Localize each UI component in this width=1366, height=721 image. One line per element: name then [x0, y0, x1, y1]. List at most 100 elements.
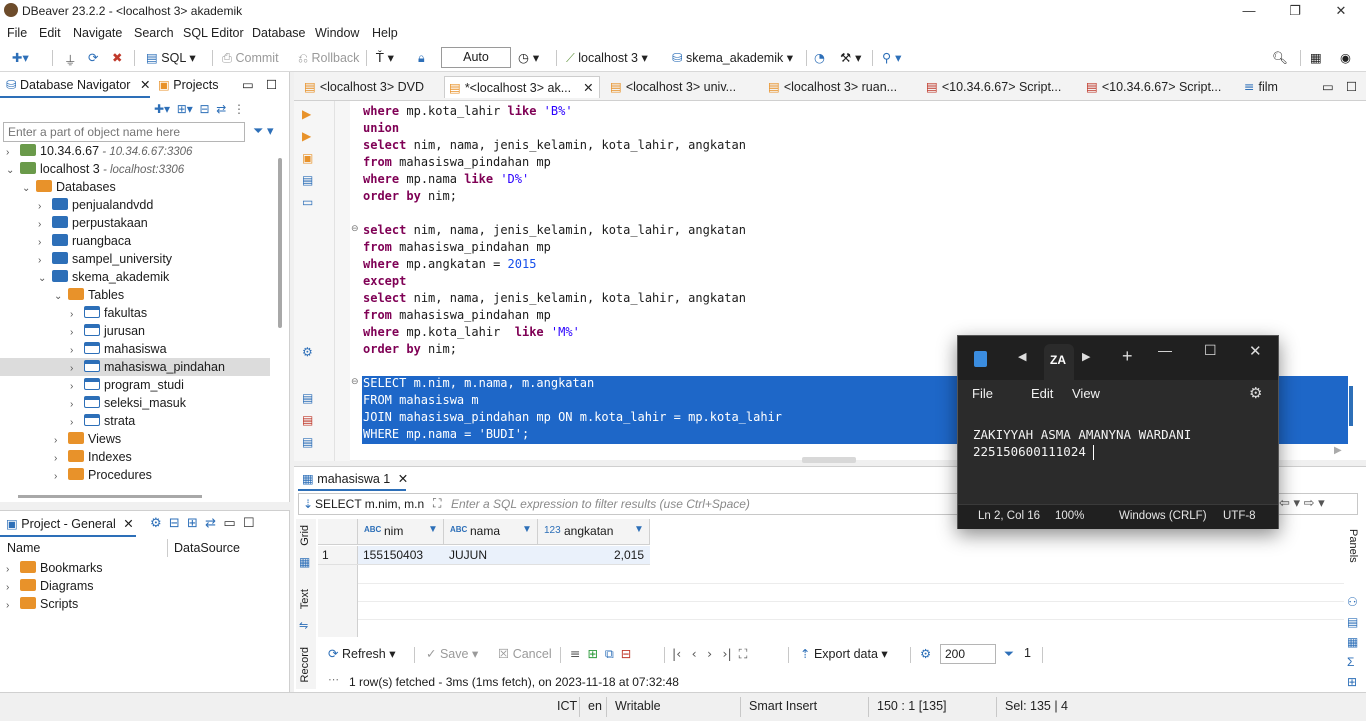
column-header-angkatan[interactable]: 123 angkatan ▼ [538, 519, 650, 545]
restore-button[interactable]: ❐ [1280, 2, 1310, 20]
column-header-nama[interactable]: ABC nama ▼ [444, 519, 538, 545]
cell-angkatan[interactable]: 2,015 [538, 546, 650, 564]
tree-item[interactable]: › seleksi_masuk [70, 394, 186, 412]
tab-projects[interactable]: ▣ Projects [158, 72, 238, 98]
notepad-maximize-icon[interactable]: ☐ [1204, 342, 1217, 359]
editor-tab-akademik[interactable]: ▤ *<localhost 3> ak... ✕ [444, 76, 600, 98]
disconnect-icon[interactable]: ✖ [112, 50, 122, 65]
minimize-panel-icon[interactable]: ▭ [242, 72, 254, 98]
tree-item[interactable]: › strata [70, 412, 135, 430]
maximize-editor-icon[interactable]: ☐ [1346, 76, 1357, 98]
tree-item[interactable]: › Procedures [54, 466, 152, 484]
project-item-bookmarks[interactable]: › Bookmarks [6, 559, 103, 577]
notepad-text-area[interactable]: ZAKIYYAH ASMA AMANYNA WARDANI 2251506001… [958, 408, 1278, 502]
maximize-panel-icon[interactable]: ☐ [243, 516, 255, 531]
refresh-button[interactable]: ⟳ Refresh ▾ [328, 646, 396, 661]
panel-metadata-icon[interactable]: ▤ [1347, 615, 1358, 629]
navigator-vertical-scrollbar[interactable] [278, 158, 282, 328]
notepad-menu-view[interactable]: View [1072, 386, 1100, 401]
editor-tab-script-1[interactable]: ▤ <10.34.6.67> Script... [922, 76, 1078, 98]
editor-tab-script-2[interactable]: ▤ <10.34.6.67> Script... [1082, 76, 1238, 98]
menu-window[interactable]: Window [315, 26, 359, 40]
grid-icon[interactable]: ▦ [299, 555, 310, 569]
navigator-filter-input[interactable] [3, 122, 245, 142]
editor-tab-university[interactable]: ▤ <localhost 3> univ... [606, 76, 756, 98]
notepad-close-icon[interactable]: ✕ [1249, 342, 1262, 360]
menu-edit[interactable]: Edit [39, 26, 61, 40]
tree-item[interactable]: ⌄ skema_akademik [38, 268, 169, 286]
dbeaver-perspective-icon[interactable]: ◉ [1340, 50, 1351, 65]
perspective-icon[interactable]: ▦ [1310, 50, 1322, 65]
edit-row-icons[interactable]: ≡ ⊞ ⧉ ⊟ [570, 646, 631, 662]
tab-database-navigator[interactable]: ⛁ Database Navigator ✕ [0, 72, 150, 98]
fetch-size-input[interactable]: 200 [940, 644, 996, 664]
output-icon[interactable]: ▭ [302, 195, 314, 209]
minimize-editor-icon[interactable]: ▭ [1322, 76, 1334, 98]
global-search-icon[interactable]: 🔍︎ [1272, 50, 1288, 66]
results-settings-icon[interactable]: ⚙ [920, 646, 931, 661]
editor-tab-dvd[interactable]: ▤ <localhost 3> DVD [300, 76, 446, 98]
auto-commit-box[interactable]: Auto [441, 47, 511, 68]
tree-item[interactable]: ⌄ Databases [22, 178, 116, 196]
tree-item[interactable]: ⌄ Tables [54, 286, 124, 304]
tree-item[interactable]: › perpustakaan [38, 214, 148, 232]
reconnect-icon[interactable]: ⟳ [88, 50, 98, 65]
active-connection-selector[interactable]: ⟋ localhost 3 ▾ [566, 50, 648, 66]
notepad-menu-edit[interactable]: Edit [1031, 386, 1053, 401]
execute-script-icon[interactable]: ▣ [302, 151, 314, 165]
tree-item[interactable]: › Indexes [54, 448, 132, 466]
menu-search[interactable]: Search [134, 26, 174, 40]
fold-icon[interactable]: ⊖ [351, 376, 359, 387]
project-column-name[interactable]: Name [7, 541, 40, 555]
active-schema-selector[interactable]: ⛁ skema_akademik ▾ [672, 50, 793, 65]
sort-icon[interactable]: ▼ [428, 524, 438, 535]
connect-icon[interactable]: ⏚ [64, 50, 77, 69]
project-column-datasource[interactable]: DataSource [174, 541, 240, 555]
settings-icon[interactable]: ⚙ [150, 516, 162, 531]
editor-tab-film[interactable]: ≡ film [1240, 76, 1300, 98]
project-item-scripts[interactable]: › Scripts [6, 595, 78, 613]
maximize-panel-icon[interactable]: ☐ [266, 72, 277, 98]
scroll-right-icon[interactable]: ▶ [1334, 445, 1342, 456]
search-tool-icon[interactable]: ⚲ ▾ [882, 50, 901, 65]
sort-icon[interactable]: ▼ [634, 524, 644, 535]
editor-splitter-handle[interactable] [802, 457, 856, 463]
project-item-diagrams[interactable]: › Diagrams [6, 577, 94, 595]
minimize-button[interactable]: — [1234, 2, 1264, 20]
new-connection-icon[interactable]: ✚▾ [12, 50, 29, 65]
new-tab-icon[interactable]: + [1122, 346, 1133, 367]
export-icon[interactable]: ▤ [302, 413, 314, 427]
tree-item[interactable]: › mahasiswa [70, 340, 167, 358]
tree-item[interactable]: › fakultas [70, 304, 147, 322]
notepad-minimize-icon[interactable]: — [1158, 342, 1172, 358]
tree-item[interactable]: › 10.34.6.67 - 10.34.6.67:3306 [6, 142, 192, 160]
side-tab-text[interactable]: Text [299, 589, 311, 609]
editor-tab-ruangbaca[interactable]: ▤ <localhost 3> ruan... [764, 76, 914, 98]
notepad-menu-file[interactable]: File [972, 386, 993, 401]
execute-statement-icon[interactable]: ▶ [302, 107, 314, 121]
transaction-mode-icon[interactable]: Ť ▾ [376, 50, 394, 65]
explain-plan-icon[interactable]: ▤ [302, 173, 314, 187]
panel-refs-icon[interactable]: ⊞ [1347, 675, 1357, 689]
expanded-chevron-icon[interactable]: ⌄ [38, 270, 52, 288]
menu-navigate[interactable]: Navigate [73, 26, 122, 40]
column-header-nim[interactable]: ABC nim ▼ [358, 519, 444, 545]
tab-results-mahasiswa[interactable]: ▦ mahasiswa 1 ✕ [298, 467, 408, 491]
fold-icon[interactable]: ⊖ [351, 223, 359, 234]
sql-editor-button[interactable]: ▤ SQL ▾ [146, 50, 196, 65]
side-tab-record[interactable]: Record [299, 647, 311, 682]
new-connection-icon[interactable]: ✚▾ [154, 102, 170, 116]
panel-calc-icon[interactable]: Σ [1347, 655, 1354, 669]
menu-database[interactable]: Database [252, 26, 306, 40]
panel-grouping-icon[interactable]: ▦ [1347, 635, 1358, 649]
cell-nim[interactable]: 155150403 [358, 546, 444, 564]
dashboard-icon[interactable]: ◔ [814, 50, 825, 65]
tree-item[interactable]: › penjualandvdd [38, 196, 153, 214]
panel-value-icon[interactable]: ⚇ [1347, 595, 1358, 609]
minimize-panel-icon[interactable]: ▭ [223, 516, 235, 531]
paging-icons[interactable]: |‹ ‹ › ›| ⛶ [672, 646, 747, 662]
results-filter-input[interactable]: Enter a SQL expression to filter results… [451, 497, 750, 511]
filter-icon[interactable]: ⏷ ▾ [253, 123, 274, 139]
load-icon[interactable]: ▤ [302, 435, 314, 449]
expand-icon[interactable]: ⊞ [187, 516, 198, 531]
